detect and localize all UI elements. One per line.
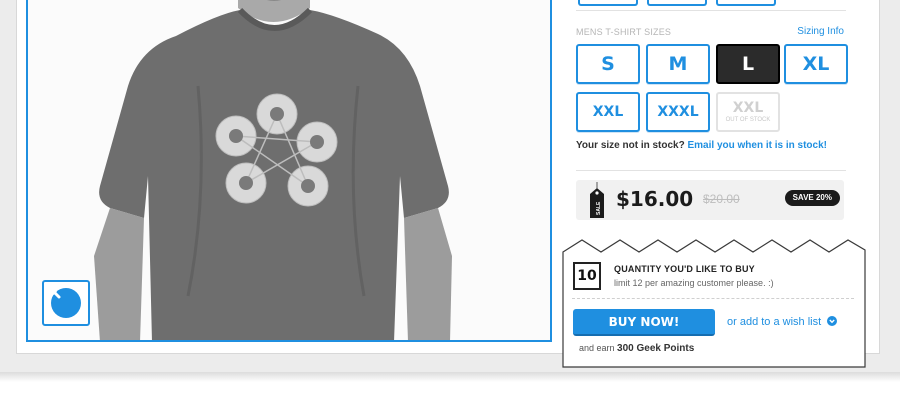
wishlist-prefix: or: [727, 316, 737, 328]
divider: [576, 170, 846, 171]
oos-size-label: XXL: [732, 100, 764, 116]
price-box: SALE $16.00 $20.00 SAVE 20%: [576, 180, 844, 220]
geek-points-line: and earn 300 Geek Points: [579, 343, 694, 354]
wishlist-chevron-icon[interactable]: [827, 316, 838, 326]
points-value: 300 Geek Points: [617, 343, 695, 354]
size-button-xxxl[interactable]: XXXL: [646, 92, 710, 132]
save-badge: SAVE 20%: [784, 190, 840, 206]
color-swatch[interactable]: [716, 0, 776, 6]
stock-notice: Your size not in stock? Email you when i…: [576, 140, 848, 151]
original-price: $20.00: [703, 192, 740, 206]
size-button-m[interactable]: M: [646, 44, 710, 84]
product-photo: [28, 0, 550, 340]
current-price: $16.00: [616, 187, 694, 211]
quantity-title: QUANTITY YOU'D LIKE TO BUY: [614, 264, 755, 274]
size-button-l[interactable]: L: [716, 44, 780, 84]
out-of-stock-note: OUT OF STOCK: [725, 117, 771, 123]
zoom-icon: [45, 283, 81, 318]
color-swatch[interactable]: [578, 0, 638, 6]
zoom-button[interactable]: [42, 280, 90, 326]
size-button-xxl[interactable]: XXL: [576, 92, 640, 132]
color-swatch[interactable]: [647, 0, 707, 6]
divider: [576, 10, 846, 11]
stock-prompt: Your size not in stock?: [576, 140, 685, 151]
frame-shadow: [0, 372, 900, 382]
sale-tag-text: SALE: [596, 201, 602, 215]
sale-tag-icon: SALE: [590, 182, 604, 218]
size-button-xxl-out-of-stock: XXL OUT OF STOCK: [716, 92, 780, 132]
size-button-xl[interactable]: XL: [784, 44, 848, 84]
quantity-limit-note: limit 12 per amazing customer please. :): [614, 278, 774, 288]
product-image-panel[interactable]: [26, 0, 552, 342]
sizing-info-link[interactable]: Sizing Info: [797, 26, 844, 37]
email-in-stock-link[interactable]: Email you when it is in stock!: [688, 140, 827, 151]
quantity-input[interactable]: 10: [573, 262, 601, 290]
add-to-wishlist-link[interactable]: add to a wish list: [740, 316, 821, 328]
buy-panel: 10 QUANTITY YOU'D LIKE TO BUY limit 12 p…: [562, 232, 866, 368]
points-prefix: and earn: [579, 343, 615, 353]
buy-now-button[interactable]: BUY NOW!: [573, 309, 715, 336]
divider: [572, 298, 854, 299]
wishlist-row: or add to a wish list: [727, 316, 838, 328]
size-button-s[interactable]: S: [576, 44, 640, 84]
